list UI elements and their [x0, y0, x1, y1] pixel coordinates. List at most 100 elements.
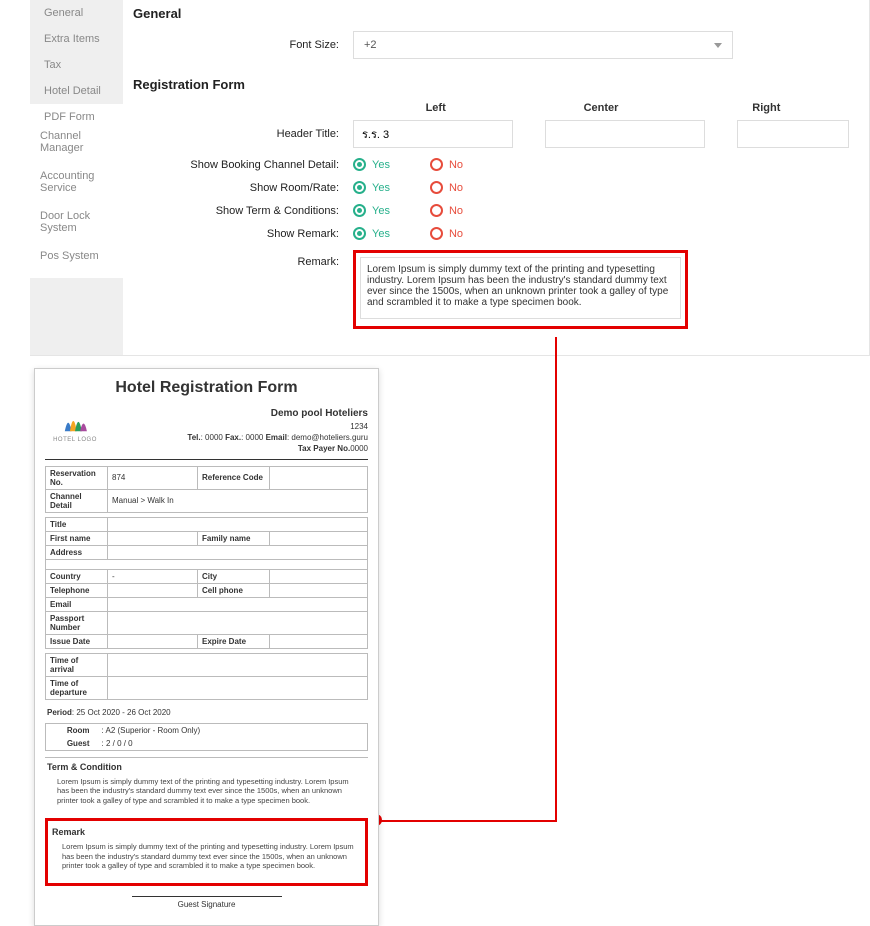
- radio-yes-icon: [353, 204, 366, 217]
- sidebar-item-pos[interactable]: Pos System: [30, 250, 123, 278]
- sidebar-item-doorlock[interactable]: Door Lock System: [30, 210, 123, 250]
- room-value: : A2 (Superior - Room Only): [96, 723, 368, 737]
- sidebar-item-accounting[interactable]: Accounting Service: [30, 170, 123, 210]
- room-label: Room: [46, 723, 96, 737]
- period-value: : 25 Oct 2020 - 26 Oct 2020: [72, 708, 171, 717]
- hotel-tax: Tax Payer No.0000: [187, 443, 368, 454]
- radio-no-icon: [430, 227, 443, 240]
- country-value: -: [108, 569, 198, 583]
- connector-line-h: [375, 820, 557, 822]
- showroom-no[interactable]: No: [430, 181, 463, 194]
- remark-textarea[interactable]: [360, 257, 681, 319]
- room-table: Room: A2 (Superior - Room Only) Guest: 2…: [45, 723, 368, 751]
- country-label: Country: [46, 569, 108, 583]
- logo-icon: [58, 407, 92, 435]
- signature-label: Guest Signature: [45, 900, 368, 909]
- city-label: City: [198, 569, 270, 583]
- depart-label: Time of departure: [46, 676, 108, 699]
- preview-title: Hotel Registration Form: [45, 379, 368, 397]
- remark-text: Lorem Ipsum is simply dummy text of the …: [50, 839, 363, 877]
- headertitle-right-input[interactable]: [737, 120, 849, 148]
- resno-label: Reservation No.: [46, 466, 108, 489]
- radio-yes-icon: [353, 181, 366, 194]
- fname-label: First name: [46, 531, 108, 545]
- showremark-yes[interactable]: Yes: [353, 227, 390, 240]
- email-label: Email: [46, 597, 108, 611]
- connector-line-v: [555, 337, 557, 820]
- guest-label: Guest: [46, 737, 96, 751]
- refcode-label: Reference Code: [198, 466, 270, 489]
- time-table: Time of arrival Time of departure: [45, 653, 368, 700]
- showterm-no[interactable]: No: [430, 204, 463, 217]
- sidebar-item-extraitems[interactable]: Extra Items: [30, 26, 123, 52]
- cell-label: Cell phone: [198, 583, 270, 597]
- col-left: Left: [353, 102, 518, 114]
- sidebar: General Extra Items Tax Hotel Detail PDF…: [30, 0, 123, 355]
- period-label: Period: [47, 708, 72, 717]
- showroom-yes[interactable]: Yes: [353, 181, 390, 194]
- chan-value: Manual > Walk In: [108, 489, 368, 512]
- hotel-logo: HOTEL LOGO: [45, 407, 105, 443]
- guest-table: Title First name Family name Address Coun…: [45, 517, 368, 649]
- issue-label: Issue Date: [46, 634, 108, 648]
- regform-heading: Registration Form: [133, 77, 849, 92]
- remark-label: Remark:: [133, 250, 353, 268]
- period-box: Period: 25 Oct 2020 - 26 Oct 2020: [45, 704, 368, 721]
- sidebar-item-tax[interactable]: Tax: [30, 52, 123, 78]
- remark-preview-highlight: Remark Lorem Ipsum is simply dummy text …: [45, 818, 368, 886]
- signature-block: Guest Signature: [45, 896, 368, 909]
- hotel-addr: 1234: [187, 421, 368, 432]
- passport-label: Passport Number: [46, 611, 108, 634]
- radio-no-icon: [430, 181, 443, 194]
- resno-value: 874: [108, 466, 198, 489]
- signature-line: [132, 896, 282, 897]
- col-right: Right: [684, 102, 849, 114]
- logo-caption: HOTEL LOGO: [45, 437, 105, 443]
- remark-title: Remark: [52, 827, 363, 837]
- addr-label: Address: [46, 545, 108, 559]
- pdf-preview: Hotel Registration Form HOTEL LOGO Demo …: [34, 368, 379, 926]
- guest-value: : 2 / 0 / 0: [96, 737, 368, 751]
- tel-label: Telephone: [46, 583, 108, 597]
- term-title: Term & Condition: [47, 762, 368, 772]
- radio-no-icon: [430, 204, 443, 217]
- radio-yes-icon: [353, 158, 366, 171]
- chan-label: Channel Detail: [46, 489, 108, 512]
- reservation-table: Reservation No.874Reference Code Channel…: [45, 466, 368, 513]
- showterm-yes[interactable]: Yes: [353, 204, 390, 217]
- title-label: Title: [46, 517, 108, 531]
- sidebar-item-hoteldetail[interactable]: Hotel Detail: [30, 78, 123, 104]
- fontsize-value: +2: [364, 39, 377, 51]
- term-text: Lorem Ipsum is simply dummy text of the …: [45, 774, 368, 812]
- col-center: Center: [518, 102, 683, 114]
- showbooking-label: Show Booking Channel Detail:: [133, 159, 353, 171]
- headertitle-left-input[interactable]: [353, 120, 513, 148]
- headertitle-label: Header Title:: [133, 128, 353, 140]
- main-content: General Font Size: +2 Registration Form …: [123, 0, 869, 355]
- lname-label: Family name: [198, 531, 270, 545]
- showroom-label: Show Room/Rate:: [133, 182, 353, 194]
- hotel-info: Demo pool Hoteliers 1234 Tel.: 0000 Fax.…: [187, 407, 368, 455]
- sidebar-item-general[interactable]: General: [30, 0, 123, 26]
- showbooking-no[interactable]: No: [430, 158, 463, 171]
- showremark-no[interactable]: No: [430, 227, 463, 240]
- settings-panel: General Extra Items Tax Hotel Detail PDF…: [30, 0, 870, 356]
- arrival-label: Time of arrival: [46, 653, 108, 676]
- hotel-name: Demo pool Hoteliers: [187, 407, 368, 421]
- general-heading: General: [133, 6, 849, 21]
- showbooking-yes[interactable]: Yes: [353, 158, 390, 171]
- sidebar-item-channelmanager[interactable]: Channel Manager: [30, 130, 123, 170]
- headertitle-center-input[interactable]: [545, 120, 705, 148]
- hotel-contact: Tel.: 0000 Fax.: 0000 Email: demo@hoteli…: [187, 432, 368, 443]
- caret-down-icon: [714, 43, 722, 48]
- radio-no-icon: [430, 158, 443, 171]
- expire-label: Expire Date: [198, 634, 270, 648]
- radio-yes-icon: [353, 227, 366, 240]
- refcode-value: [270, 466, 368, 489]
- fontsize-select[interactable]: +2: [353, 31, 733, 59]
- sidebar-item-pdfform[interactable]: PDF Form: [30, 104, 123, 130]
- remark-highlight-box: [353, 250, 688, 329]
- fontsize-label: Font Size:: [133, 39, 353, 51]
- showremark-label: Show Remark:: [133, 228, 353, 240]
- showterm-label: Show Term & Conditions:: [133, 205, 353, 217]
